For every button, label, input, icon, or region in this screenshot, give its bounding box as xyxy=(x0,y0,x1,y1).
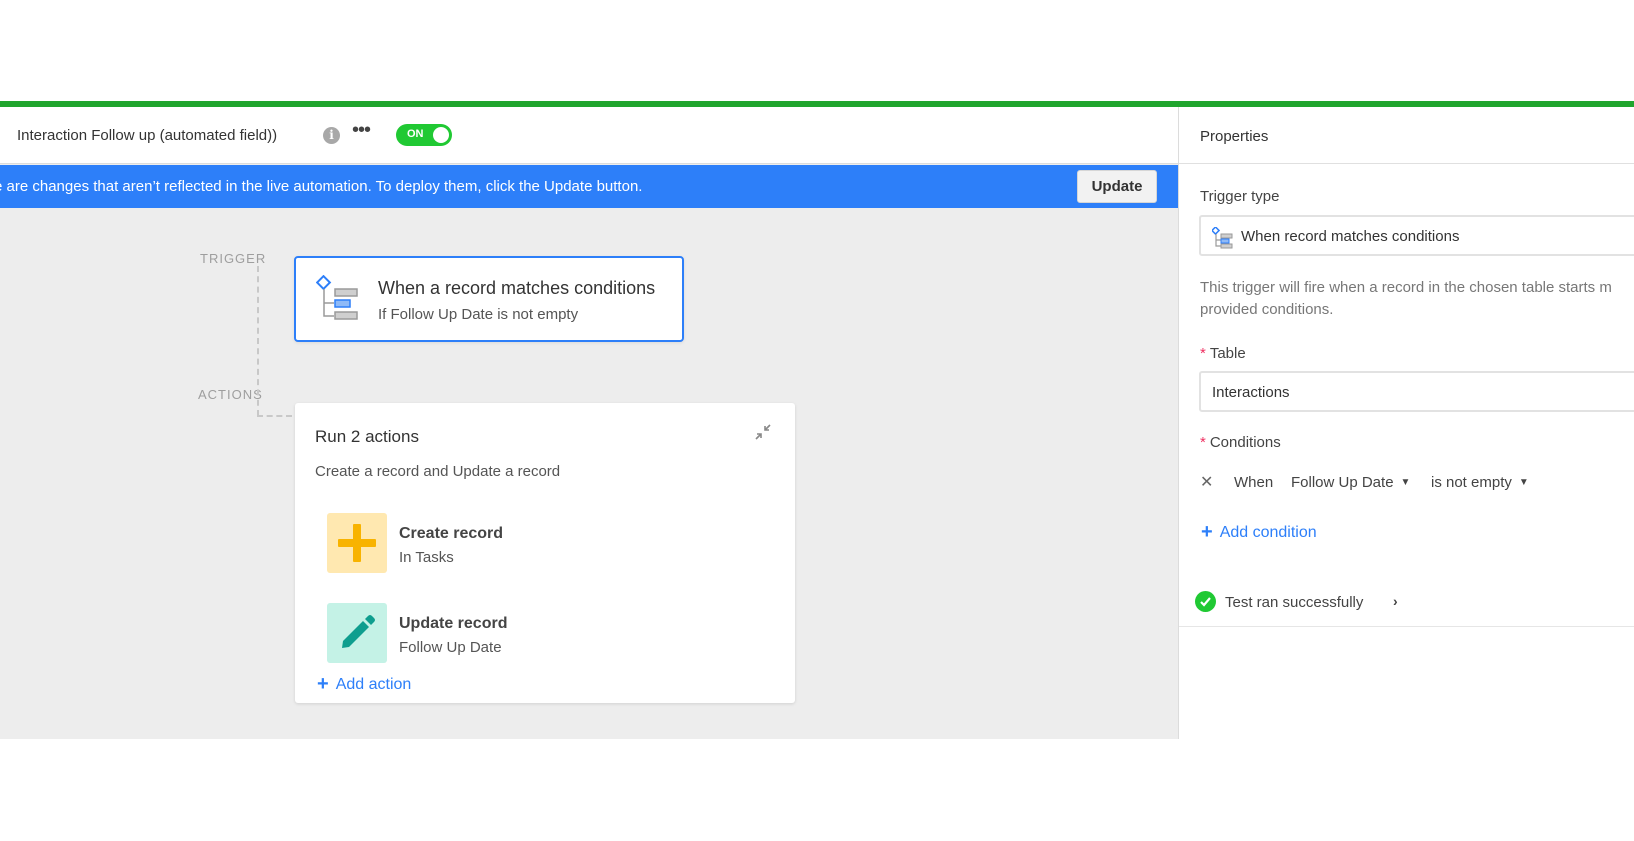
caret-down-icon: ▼ xyxy=(1518,477,1529,488)
unpublished-changes-banner: e are changes that aren’t reflected in t… xyxy=(0,165,1178,208)
condition-operator: is not empty xyxy=(1431,474,1512,491)
automation-canvas-area: Interaction Follow up (automated field))… xyxy=(0,107,1178,739)
properties-panel: Properties Trigger type When record matc… xyxy=(1178,107,1634,739)
add-action-button[interactable]: + Add action xyxy=(317,673,411,696)
automation-toggle[interactable]: ON xyxy=(396,124,452,146)
chevron-right-icon: › xyxy=(1393,593,1398,609)
info-icon[interactable]: i xyxy=(323,127,340,144)
update-record-tile xyxy=(327,603,387,663)
trigger-card[interactable]: When a record matches conditions If Foll… xyxy=(294,256,684,342)
automation-header: Interaction Follow up (automated field))… xyxy=(0,107,1178,164)
collapse-icon[interactable] xyxy=(754,423,772,441)
create-record-tile xyxy=(327,513,387,573)
required-marker: * xyxy=(1200,345,1206,362)
caret-down-icon: ▼ xyxy=(1400,477,1411,488)
action-subtitle: In Tasks xyxy=(399,549,454,566)
trigger-description: This trigger will fire when a record in … xyxy=(1200,277,1634,321)
properties-title: Properties xyxy=(1200,128,1269,145)
table-value: Interactions xyxy=(1212,384,1290,401)
actions-section-label: ACTIONS xyxy=(198,387,263,402)
update-button[interactable]: Update xyxy=(1077,170,1157,203)
toggle-label: ON xyxy=(407,128,424,140)
trigger-section-label: TRIGGER xyxy=(200,251,267,266)
table-label: * Table xyxy=(1200,345,1246,362)
table-label-text: Table xyxy=(1209,345,1246,362)
more-options-icon[interactable]: ••• xyxy=(352,119,371,142)
trigger-type-select[interactable]: When record matches conditions xyxy=(1199,215,1634,256)
conditions-label-text: Conditions xyxy=(1209,434,1281,451)
description-line-2: provided conditions. xyxy=(1200,301,1334,318)
divider xyxy=(1179,626,1634,627)
required-marker: * xyxy=(1200,434,1206,451)
trigger-type-value: When record matches conditions xyxy=(1241,228,1460,245)
plus-icon: + xyxy=(1201,521,1213,543)
conditions-tree-icon xyxy=(1210,225,1234,254)
test-status: Test ran successfully xyxy=(1225,594,1364,611)
remove-condition-icon[interactable]: ✕ xyxy=(1200,472,1213,492)
banner-message: e are changes that aren’t reflected in t… xyxy=(0,178,643,195)
flow-connector-branch xyxy=(257,415,292,417)
automation-name[interactable]: Interaction Follow up (automated field)) xyxy=(17,127,277,144)
trigger-type-label: Trigger type xyxy=(1200,188,1280,205)
condition-field-dropdown[interactable]: Follow Up Date ▼ xyxy=(1291,474,1410,491)
actions-title: Run 2 actions xyxy=(315,427,419,446)
table-select[interactable]: Interactions xyxy=(1199,371,1634,412)
add-action-label: Add action xyxy=(335,676,412,693)
pencil-icon xyxy=(342,615,375,648)
action-title: Update record xyxy=(399,615,508,632)
trigger-title: When a record matches conditions xyxy=(378,278,656,298)
action-subtitle: Follow Up Date xyxy=(399,639,502,656)
condition-operator-dropdown[interactable]: is not empty ▼ xyxy=(1431,474,1529,491)
action-create-record[interactable]: Create record In Tasks xyxy=(327,513,647,575)
conditions-label: * Conditions xyxy=(1200,434,1281,451)
add-condition-label: Add condition xyxy=(1219,524,1317,541)
condition-row: ✕ When Follow Up Date ▼ is not empty ▼ xyxy=(1200,472,1630,496)
toggle-knob xyxy=(433,127,449,143)
plus-icon xyxy=(338,524,376,562)
plus-icon: + xyxy=(317,673,329,695)
check-circle-icon xyxy=(1195,591,1216,612)
action-title: Create record xyxy=(399,525,504,542)
actions-subtitle: Create a record and Update a record xyxy=(315,463,561,480)
add-condition-button[interactable]: + Add condition xyxy=(1201,521,1317,544)
conditions-tree-icon xyxy=(315,274,360,328)
actions-card: Run 2 actions Create a record and Update… xyxy=(295,403,795,703)
condition-field: Follow Up Date xyxy=(1291,474,1394,491)
trigger-subtitle: If Follow Up Date is not empty xyxy=(378,306,579,323)
flow-connector-line xyxy=(257,266,259,416)
condition-when: When xyxy=(1234,474,1274,491)
description-line-1: This trigger will fire when a record in … xyxy=(1200,279,1612,296)
test-result-row[interactable]: Test ran successfully › xyxy=(1195,591,1495,615)
properties-header: Properties xyxy=(1179,107,1634,164)
action-update-record[interactable]: Update record Follow Up Date xyxy=(327,603,647,665)
